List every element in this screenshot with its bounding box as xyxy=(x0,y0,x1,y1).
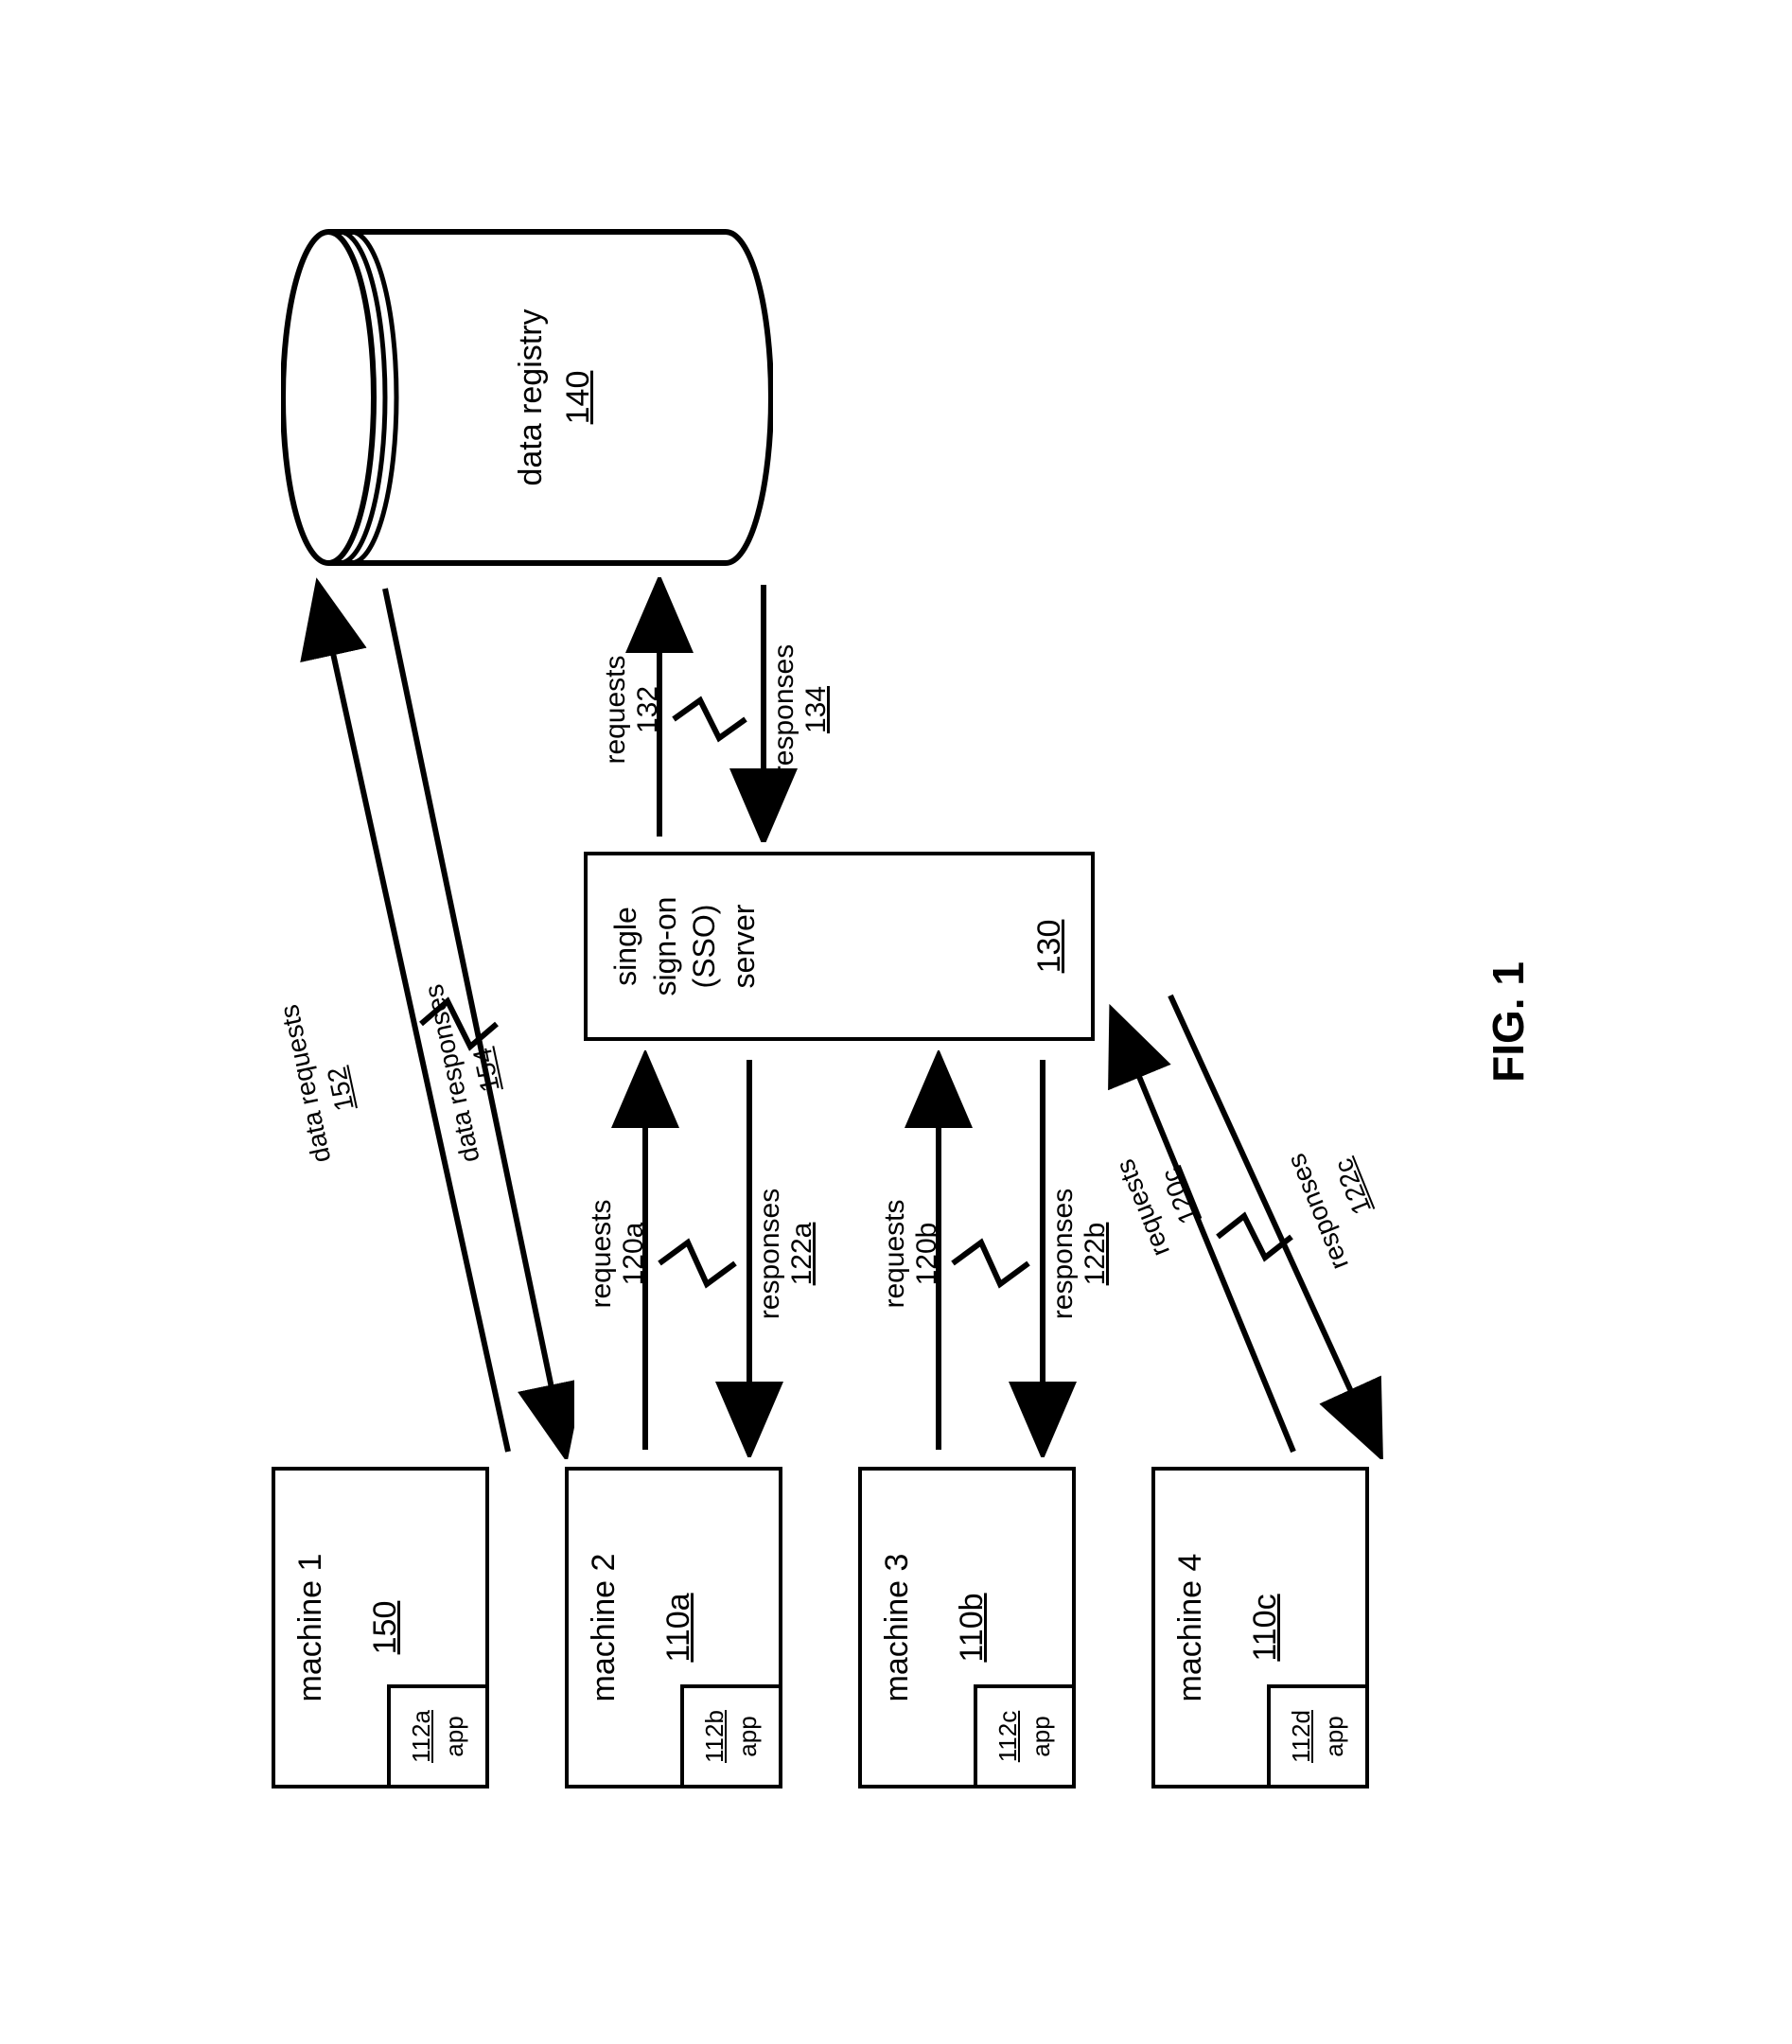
sso-line2: sign-on xyxy=(648,897,682,996)
diagram-stage: machine 1 150 112a app machine 2 110a 11… xyxy=(234,218,1558,1826)
num-134: 134 xyxy=(800,686,832,733)
text-120b: requests xyxy=(879,1199,910,1308)
text-134: responses xyxy=(768,644,799,775)
machine-3-app-ref: 112c xyxy=(993,1711,1023,1762)
label-122a: responses 122a xyxy=(754,1050,818,1457)
machine-3-app-label: app xyxy=(1027,1716,1056,1756)
machine-4-app: 112d app xyxy=(1267,1684,1369,1788)
num-120a: 120a xyxy=(618,1223,649,1286)
sso-line4: server xyxy=(727,905,761,989)
machine-2-app-ref: 112b xyxy=(700,1710,729,1763)
label-120a: requests 120a xyxy=(586,1050,650,1457)
num-120b: 120b xyxy=(911,1223,942,1286)
machine-2-app: 112b app xyxy=(680,1684,782,1788)
machine-1-box: machine 1 150 112a app xyxy=(272,1467,489,1788)
registry-ref: 140 xyxy=(560,227,597,568)
machine-1-app-ref: 112a xyxy=(407,1710,436,1763)
machine-2-app-label: app xyxy=(733,1716,763,1756)
text-120a: requests xyxy=(586,1199,617,1308)
arrows-132-134: requests 132 responses 134 xyxy=(607,577,806,842)
machine-3-title: machine 3 xyxy=(879,1471,916,1785)
sso-line1: single xyxy=(608,907,642,986)
machine-4-title: machine 4 xyxy=(1172,1471,1209,1785)
sso-ref: 130 xyxy=(1031,855,1068,1037)
sso-line3: (SSO) xyxy=(687,905,721,989)
label-134: responses 134 xyxy=(768,577,833,842)
text-132: requests xyxy=(600,655,631,764)
machine-2-box: machine 2 110a 112b app xyxy=(565,1467,782,1788)
arrows-120a-122a: requests 120a responses 122a xyxy=(593,1050,792,1457)
num-132: 132 xyxy=(632,686,663,733)
arrows-120b-122b: requests 120b responses 122b xyxy=(887,1050,1085,1457)
text-122b: responses xyxy=(1047,1189,1079,1319)
machine-4-app-label: app xyxy=(1320,1716,1349,1756)
machine-1-title: machine 1 xyxy=(292,1471,329,1785)
machine-4-app-ref: 112d xyxy=(1287,1710,1316,1763)
machine-1-app-label: app xyxy=(440,1716,469,1756)
sso-server-box: single sign-on (SSO) server 130 xyxy=(584,852,1095,1041)
num-122a: 122a xyxy=(786,1223,817,1286)
label-132: requests 132 xyxy=(600,577,664,842)
machine-2-title: machine 2 xyxy=(586,1471,623,1785)
data-registry: data registry 140 xyxy=(281,227,773,568)
registry-label: data registry xyxy=(513,227,550,568)
machine-1-app: 112a app xyxy=(387,1684,489,1788)
machine-3-app: 112c app xyxy=(974,1684,1076,1788)
label-120b: requests 120b xyxy=(879,1050,943,1457)
sso-label: single sign-on (SSO) server xyxy=(606,855,764,1037)
figure-caption: FIG. 1 xyxy=(1483,961,1534,1083)
machine-3-box: machine 3 110b 112c app xyxy=(858,1467,1076,1788)
text-122a: responses xyxy=(754,1189,785,1319)
machine-4-box: machine 4 110c 112d app xyxy=(1151,1467,1369,1788)
